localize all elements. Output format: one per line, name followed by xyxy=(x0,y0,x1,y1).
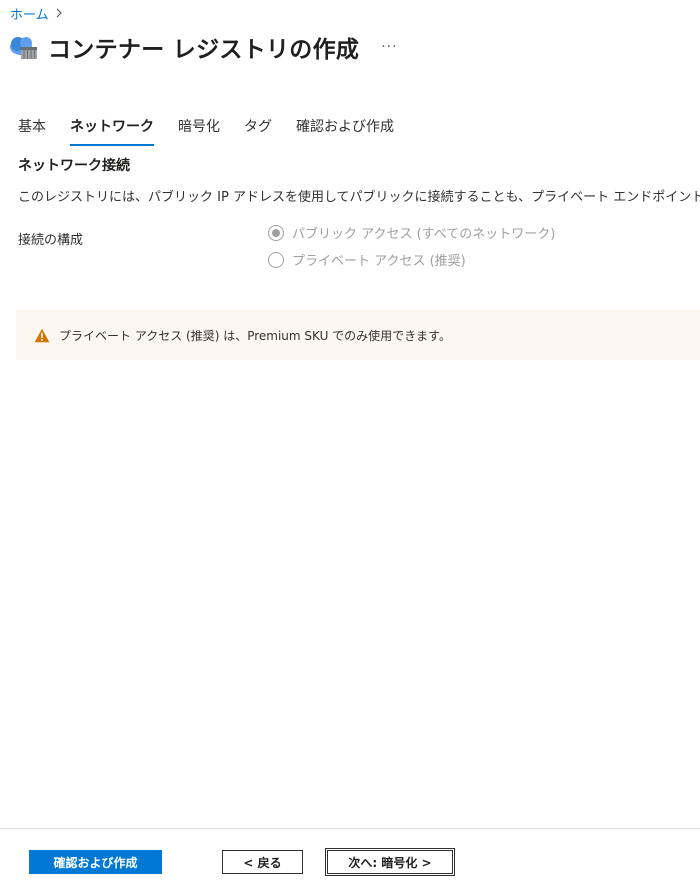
tab-encryption[interactable]: 暗号化 xyxy=(178,114,220,146)
section-heading: ネットワーク接続 xyxy=(18,158,130,174)
create-container-registry-page: ホーム コンテナー レジストリの作成 ··· 基本 ネットワーク 暗号化 タグ … xyxy=(0,0,700,890)
review-create-button[interactable]: 確認および作成 xyxy=(29,850,162,874)
back-button[interactable]: < 戻る xyxy=(222,850,303,874)
radio-selected-icon xyxy=(268,224,284,241)
connectivity-radio-group: パブリック アクセス (すべてのネットワーク) プライベート アクセス (推奨) xyxy=(268,222,555,270)
warning-text: プライベート アクセス (推奨) は、Premium SKU でのみ使用できます… xyxy=(59,328,451,343)
radio-private-access[interactable]: プライベート アクセス (推奨) xyxy=(268,249,555,270)
radio-private-access-label: プライベート アクセス (推奨) xyxy=(292,254,466,269)
radio-unselected-icon xyxy=(268,251,284,268)
breadcrumb-home-link[interactable]: ホーム xyxy=(10,4,49,23)
tab-bar: 基本 ネットワーク 暗号化 タグ 確認および作成 xyxy=(18,114,418,146)
tab-basics[interactable]: 基本 xyxy=(18,114,46,146)
container-registry-icon xyxy=(10,37,37,59)
page-title: コンテナー レジストリの作成 xyxy=(48,37,360,63)
warning-banner: プライベート アクセス (推奨) は、Premium SKU でのみ使用できます… xyxy=(16,310,700,360)
connectivity-label: 接続の構成 xyxy=(18,233,84,248)
warning-icon xyxy=(34,328,50,342)
radio-public-access[interactable]: パブリック アクセス (すべてのネットワーク) xyxy=(268,222,555,243)
tab-review-create[interactable]: 確認および作成 xyxy=(296,114,394,146)
section-description: このレジストリには、パブリック IP アドレスを使用してパブリックに接続すること… xyxy=(18,190,700,205)
radio-public-access-label: パブリック アクセス (すべてのネットワーク) xyxy=(292,227,556,242)
chevron-right-icon xyxy=(55,7,63,21)
footer-action-bar: 確認および作成 < 戻る 次へ: 暗号化 > xyxy=(0,828,700,890)
breadcrumb: ホーム xyxy=(10,4,63,23)
more-options-icon[interactable]: ··· xyxy=(381,39,397,55)
tab-networking[interactable]: ネットワーク xyxy=(70,114,154,146)
tab-tags[interactable]: タグ xyxy=(244,114,272,146)
next-encryption-button[interactable]: 次へ: 暗号化 > xyxy=(325,848,455,876)
title-row: コンテナー レジストリの作成 ··· xyxy=(8,30,398,64)
